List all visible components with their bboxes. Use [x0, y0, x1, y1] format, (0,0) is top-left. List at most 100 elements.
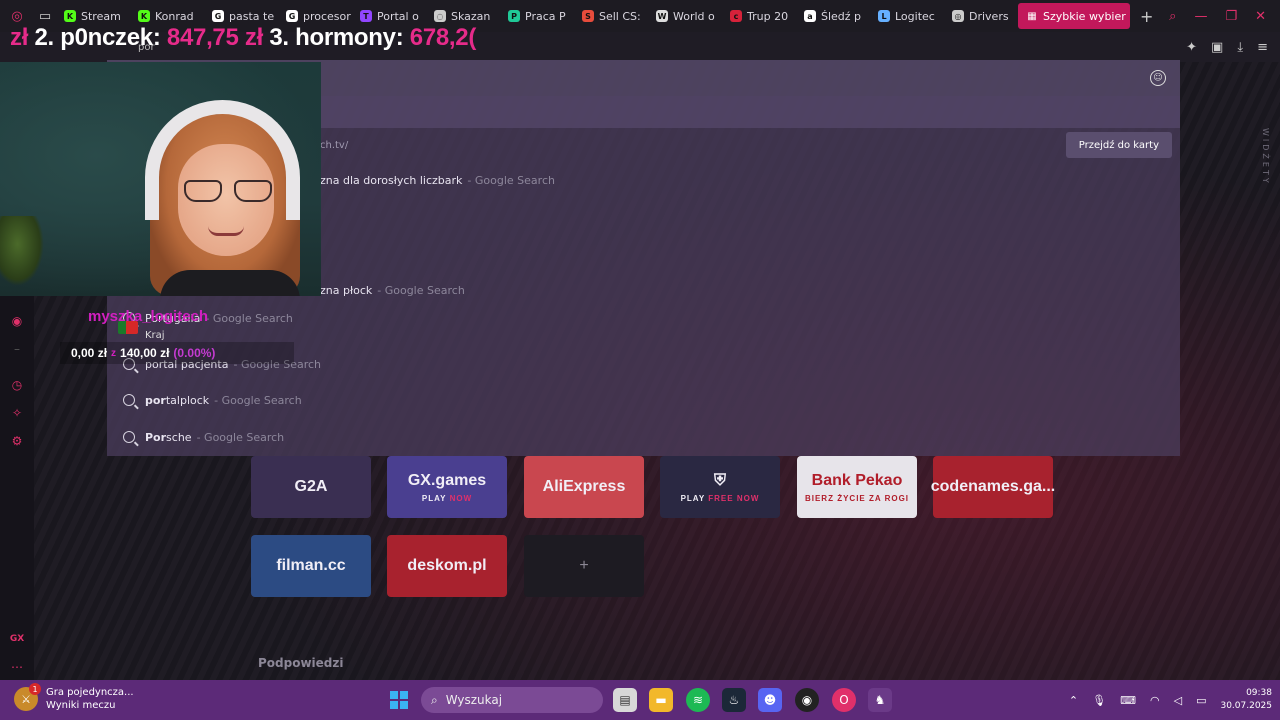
extensions-sidebar-icon[interactable]: ✧ [9, 406, 25, 422]
ticker-prefix: zł [10, 24, 29, 51]
add-speed-dial-button[interactable]: + [524, 535, 644, 597]
search-icon [123, 431, 135, 443]
suggestion-source: - Google Search [196, 430, 285, 444]
plant-image [0, 216, 44, 286]
notification-widget[interactable]: ⚔ 1 Gra pojedyncza... Wyniki meczu [14, 683, 134, 712]
spotify-icon[interactable]: ≋ [686, 688, 710, 712]
gx-icon[interactable]: GX [9, 634, 25, 650]
system-tray: ⌃ 🎙 ⌨ ◠ ◁ ▭ 09:38 30.07.2025 [1069, 680, 1272, 720]
battery-icon[interactable]: ▭ [1196, 694, 1206, 707]
tile-sublabel: PLAY FREE NOW [680, 493, 760, 503]
close-icon[interactable]: ✕ [1255, 9, 1266, 24]
speed-dial-tile[interactable]: AliExpress [524, 456, 644, 518]
tab[interactable]: ◎ Drivers [944, 0, 1018, 32]
windows-start-icon[interactable] [390, 691, 408, 709]
suggestion-source-label: Google Search [384, 283, 465, 297]
switch-to-tab-button[interactable]: Przejdź do karty [1065, 132, 1172, 158]
widgets-label[interactable]: WIDŻETY [1261, 128, 1270, 186]
speed-dial-tile[interactable]: G2A [251, 456, 371, 518]
tab-label: Śledź p [821, 9, 862, 23]
tab[interactable]: P Praca P [500, 0, 574, 32]
goal-progress-line: 0,00 zł z 140,00 zł (0.00%) [60, 342, 294, 364]
microphone-icon[interactable]: 🎙 [1092, 694, 1106, 707]
menu-lines-icon[interactable]: ≡ [1257, 40, 1268, 55]
tab[interactable]: c Trup 20 [722, 0, 796, 32]
clock[interactable]: 09:38 30.07.2025 [1220, 687, 1272, 713]
opera-gx-icon[interactable]: O [832, 688, 856, 712]
more-icon[interactable]: ⋯ [9, 660, 25, 676]
tab-favicon-icon: c [730, 10, 742, 22]
extensions-icon[interactable]: ✦ [1186, 40, 1197, 55]
emoji-icon[interactable]: ☺ [1150, 70, 1166, 86]
glasses-image [184, 180, 272, 204]
maximize-icon[interactable]: ❐ [1225, 9, 1237, 24]
tile-sublabel: BIERZ ŻYCIE ZA ROGI [804, 493, 910, 503]
minimize-icon[interactable]: — [1194, 9, 1207, 24]
suggestion-row[interactable]: Por sche - Google Search [107, 420, 284, 454]
menu-icon[interactable]: ◎ [0, 9, 34, 24]
tile-label: GX.games [407, 471, 487, 489]
country-label: Kraj [145, 330, 165, 341]
suggestion-row[interactable]: zna dla dorosłych liczbark - Google Searc… [320, 163, 555, 197]
tab[interactable]: L Logitec [870, 0, 944, 32]
clock-date: 30.07.2025 [1220, 701, 1272, 711]
discord-icon[interactable]: ☻ [758, 688, 782, 712]
suggestion-row[interactable]: zna płock - Google Search [320, 273, 465, 307]
search-icon: ⌕ [431, 692, 438, 707]
suggestion-text: talplock [165, 393, 210, 407]
obs-icon[interactable]: ◉ [795, 688, 819, 712]
speed-dial-tile[interactable]: codenames.ga... [930, 456, 1056, 518]
taskbar: ⚔ 1 Gra pojedyncza... Wyniki meczu ⌕ Wysz… [0, 680, 1280, 720]
tab-label: Trup 20 [747, 9, 789, 23]
tile-sublabel: PLAY NOW [421, 493, 473, 503]
messenger-icon[interactable]: ◉ [9, 314, 25, 330]
tab-label: Szybkie wybier [1043, 9, 1126, 23]
speed-dial-tile[interactable]: deskom.pl [387, 535, 507, 597]
tab-label: pasta te [229, 9, 275, 23]
rabbit-app-icon[interactable]: ♞ [868, 688, 892, 712]
tab-label: World o [673, 9, 715, 23]
taskbar-search[interactable]: ⌕ Wyszukaj [421, 687, 603, 713]
tab-favicon-icon: L [878, 10, 890, 22]
suggestion-row[interactable]: por talplock - Google Search [107, 383, 302, 417]
tab-label: Skazan [451, 9, 491, 23]
new-tab-button[interactable]: + [1130, 7, 1163, 26]
tile-label: G2A [294, 478, 328, 495]
download-icon[interactable]: ⤓ [1237, 40, 1243, 55]
tile-label: codenames.ga... [930, 478, 1056, 495]
speed-dial-tile[interactable]: GX.games PLAY NOW [387, 456, 507, 518]
smile [208, 226, 244, 236]
url-hint[interactable]: ch.tv/ [320, 140, 348, 151]
tab-label: procesor [303, 9, 351, 23]
volume-icon[interactable]: ◁ [1174, 694, 1182, 707]
tab-label: Stream [81, 9, 121, 23]
keyboard-icon[interactable]: ⌨ [1120, 694, 1136, 707]
settings-icon[interactable]: ⚙ [9, 434, 25, 450]
speed-dial-tile[interactable]: Bank Pekao BIERZ ŻYCIE ZA ROGI [797, 456, 917, 518]
tile-label: + [579, 557, 589, 574]
tray-expand-icon[interactable]: ⌃ [1069, 694, 1078, 707]
history-icon[interactable]: ◷ [9, 378, 25, 394]
file-explorer-icon[interactable]: ▬ [649, 688, 673, 712]
speed-dial-tile[interactable]: filman.cc [251, 535, 371, 597]
tile-label: AliExpress [542, 478, 626, 495]
steam-icon[interactable]: ♨ [722, 688, 746, 712]
game-notification-icon: ⚔ 1 [14, 683, 41, 711]
tab-favicon-icon: S [582, 10, 594, 22]
search-tabs-icon[interactable]: ⌕ [1169, 9, 1176, 24]
tab-label: Drivers [969, 9, 1009, 23]
webcam-overlay [0, 62, 321, 296]
suggestion-source: - Google Search [467, 173, 555, 187]
tile-label: ⛨ [713, 471, 726, 489]
wifi-icon[interactable]: ◠ [1150, 694, 1160, 707]
camera-icon[interactable]: ▣ [1211, 40, 1223, 55]
tab[interactable]: S Sell CS: [574, 0, 648, 32]
tab-active[interactable]: ▦ Szybkie wybier [1018, 3, 1130, 29]
workspace-icon[interactable]: ▭ [34, 9, 56, 24]
tab[interactable]: a Śledź p [796, 0, 870, 32]
tab[interactable]: W World o [648, 0, 722, 32]
clock-time: 09:38 [1246, 688, 1272, 698]
task-view-icon[interactable]: ▤ [613, 688, 637, 712]
speed-dial-tile[interactable]: ⛨ PLAY FREE NOW [660, 456, 780, 518]
tab-label: Praca P [525, 9, 566, 23]
